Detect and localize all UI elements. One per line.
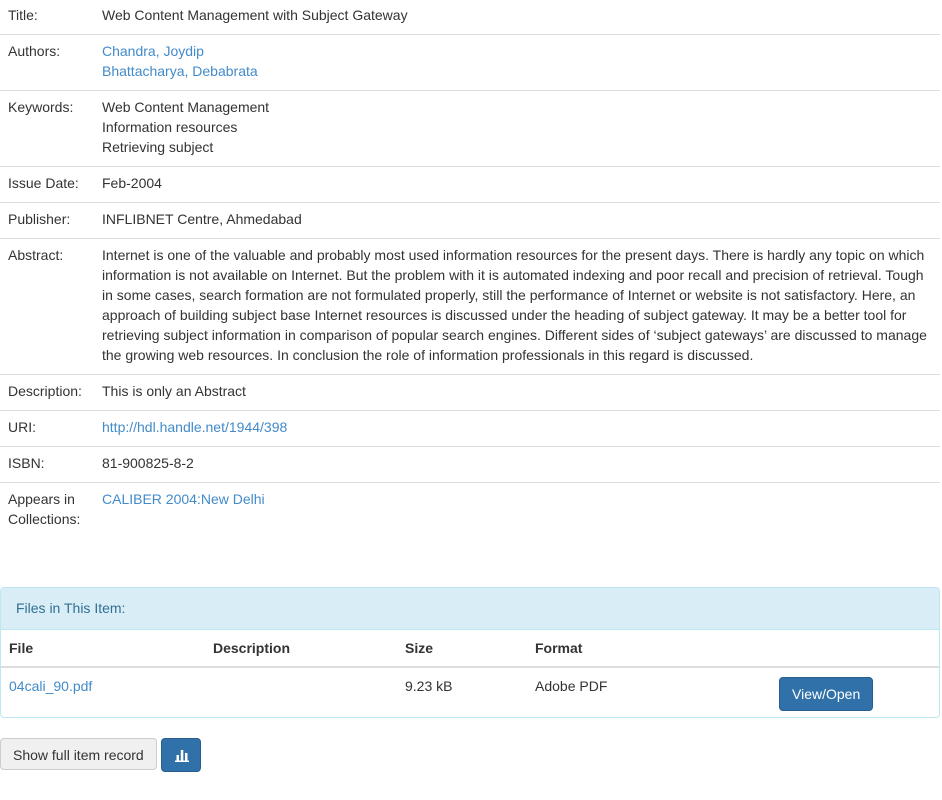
metadata-row-collections: Appears in Collections: CALIBER 2004:New… [0,483,940,539]
field-label: URI: [0,410,94,447]
files-panel-heading: Files in This Item: [1,588,939,630]
metadata-row-description: Description: This is only an Abstract [0,374,940,411]
metadata-row-isbn: ISBN: 81-900825-8-2 [0,446,940,483]
item-title: Web Content Management with Subject Gate… [94,0,940,35]
column-header-format: Format [527,630,769,668]
files-table-header: File Description Size Format [1,630,939,668]
metadata-row-title: Title: Web Content Management with Subje… [0,0,940,35]
field-label-collections: Appears in Collections: [0,483,94,539]
author-link[interactable]: Chandra, Joydip [102,41,930,61]
show-full-record-button[interactable]: Show full item record [0,738,157,770]
keyword: Retrieving subject [102,139,214,155]
column-header-action [769,630,939,668]
column-header-description: Description [205,630,397,668]
keywords-list: Web Content Management Information resou… [94,90,940,167]
field-label: Abstract: [0,238,94,375]
collection-link[interactable]: CALIBER 2004:New Delhi [102,491,265,507]
field-label: Issue Date: [0,166,94,203]
table-row: 04cali_90.pdf 9.23 kB Adobe PDF View/Ope… [1,667,939,717]
metadata-row-publisher: Publisher: INFLIBNET Centre, Ahmedabad [0,202,940,239]
keyword: Information resources [102,119,238,135]
bar-chart-icon [175,750,189,762]
metadata-row-uri: URI: http://hdl.handle.net/1944/398 [0,410,940,447]
file-description [205,667,397,717]
abstract-text: Internet is one of the valuable and prob… [94,238,940,375]
item-metadata-table: Title: Web Content Management with Subje… [0,0,940,538]
file-format: Adobe PDF [535,678,608,694]
field-label: Publisher: [0,202,94,239]
author-link[interactable]: Bhattacharya, Debabrata [102,61,930,81]
uri-link[interactable]: http://hdl.handle.net/1944/398 [102,419,287,435]
field-label: Title: [0,0,94,35]
file-size: 9.23 kB [405,678,453,694]
metadata-row-issue-date: Issue Date: Feb-2004 [0,166,940,203]
file-cell: 04cali_90.pdf [1,667,205,717]
metadata-row-authors: Authors: Chandra, Joydip Bhattacharya, D… [0,34,940,91]
keyword: Web Content Management [102,99,270,115]
view-open-button[interactable]: View/Open [779,677,874,711]
files-panel: Files in This Item: File Description Siz… [0,587,940,718]
issue-date: Feb-2004 [94,166,940,203]
collections-cell: CALIBER 2004:New Delhi [94,483,940,539]
authors-list: Chandra, Joydip Bhattacharya, Debabrata [94,34,940,91]
uri-cell: http://hdl.handle.net/1944/398 [94,410,940,447]
description-text: This is only an Abstract [94,374,940,411]
publisher: INFLIBNET Centre, Ahmedabad [94,202,940,239]
field-label: ISBN: [0,446,94,483]
isbn: 81-900825-8-2 [94,446,940,483]
files-table: File Description Size Format 04cali_90.p… [1,630,939,717]
action-cell: View/Open [769,667,939,717]
column-header-size: Size [397,630,527,668]
column-header-file: File [1,630,205,668]
field-label-line: Collections: [8,511,81,527]
field-label: Description: [0,374,94,411]
field-label: Keywords: [0,90,94,167]
field-label: Authors: [0,34,94,91]
metadata-row-abstract: Abstract: Internet is one of the valuabl… [0,238,940,375]
metadata-row-keywords: Keywords: Web Content Management Informa… [0,90,940,167]
file-link[interactable]: 04cali_90.pdf [9,678,92,694]
statistics-button[interactable] [161,738,201,772]
field-label-line: Appears in [8,491,75,507]
